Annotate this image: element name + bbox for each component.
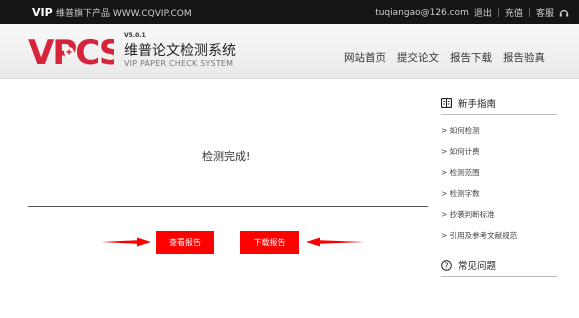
faq-section-header: ? 常见问题	[441, 254, 557, 277]
arrow-right-icon	[101, 237, 151, 247]
divider-bar: |	[496, 7, 500, 18]
question-icon: ?	[441, 259, 452, 271]
guide-list: > 如何检测 > 如何计费 > 检测范围 > 检测字数 > 抄袭判断标准 > 引…	[441, 120, 557, 246]
system-title: 维普论文检测系统	[124, 43, 236, 59]
guide-item-billing[interactable]: > 如何计费	[441, 141, 557, 162]
nav-home[interactable]: 网站首页	[344, 50, 386, 65]
guide-section-header: 新手指南	[441, 92, 557, 115]
svg-text:?: ?	[445, 261, 449, 270]
guide-item-word-count[interactable]: > 检测字数	[441, 183, 557, 204]
nav-submit-paper[interactable]: 提交论文	[397, 50, 439, 65]
system-subtitle: VIP PAPER CHECK SYSTEM	[124, 59, 234, 68]
recharge-link[interactable]: 充值	[505, 6, 523, 19]
logout-link[interactable]: 退出	[474, 6, 492, 19]
svg-text:VIP: VIP	[32, 6, 53, 18]
status-message: 检测完成!	[202, 150, 251, 163]
site-header: VPCS V5.0.1 维普论文检测系统 VIP PAPER CHECK SYS…	[0, 24, 579, 79]
top-bar: VIP 维普旗下产品 WWW.CQVIP.COM tuqiangao@126.c…	[0, 0, 579, 24]
book-icon	[441, 98, 452, 108]
user-email: tuqiangao@126.com	[375, 7, 469, 18]
nav-report-verify[interactable]: 报告验真	[503, 50, 545, 65]
guide-title: 新手指南	[458, 99, 497, 110]
download-report-button[interactable]: 下载报告	[240, 231, 299, 254]
user-links: tuqiangao@126.com 退出 | 充值 | 客服	[375, 6, 569, 19]
version-label: V5.0.1	[124, 32, 146, 39]
sidebar: 新手指南 > 如何检测 > 如何计费 > 检测范围 > 检测字数 > 抄袭判断标…	[441, 92, 557, 277]
view-report-button[interactable]: 查看报告	[156, 231, 214, 254]
vip-logo: VIP	[32, 5, 54, 18]
guide-item-how-to-check[interactable]: > 如何检测	[441, 120, 557, 141]
arrow-left-icon	[306, 237, 364, 247]
main-nav: 网站首页 提交论文 报告下载 报告验真	[344, 50, 545, 65]
service-link[interactable]: 客服	[536, 6, 554, 19]
guide-item-citation-rules[interactable]: > 引用及参考文献规范	[441, 225, 557, 246]
nav-report-download[interactable]: 报告下载	[450, 50, 492, 65]
divider-bar: |	[527, 7, 531, 18]
brand-text[interactable]: 维普旗下产品 WWW.CQVIP.COM	[56, 6, 192, 19]
vpcs-logo[interactable]: VPCS	[28, 33, 114, 69]
faq-title[interactable]: 常见问题	[458, 258, 496, 272]
headset-icon[interactable]	[559, 8, 569, 18]
guide-item-check-scope[interactable]: > 检测范围	[441, 162, 557, 183]
guide-item-plagiarism-criteria[interactable]: > 抄袭判断标准	[441, 204, 557, 225]
content-divider	[28, 206, 428, 207]
vip-logo-icon: VIP	[32, 6, 53, 18]
